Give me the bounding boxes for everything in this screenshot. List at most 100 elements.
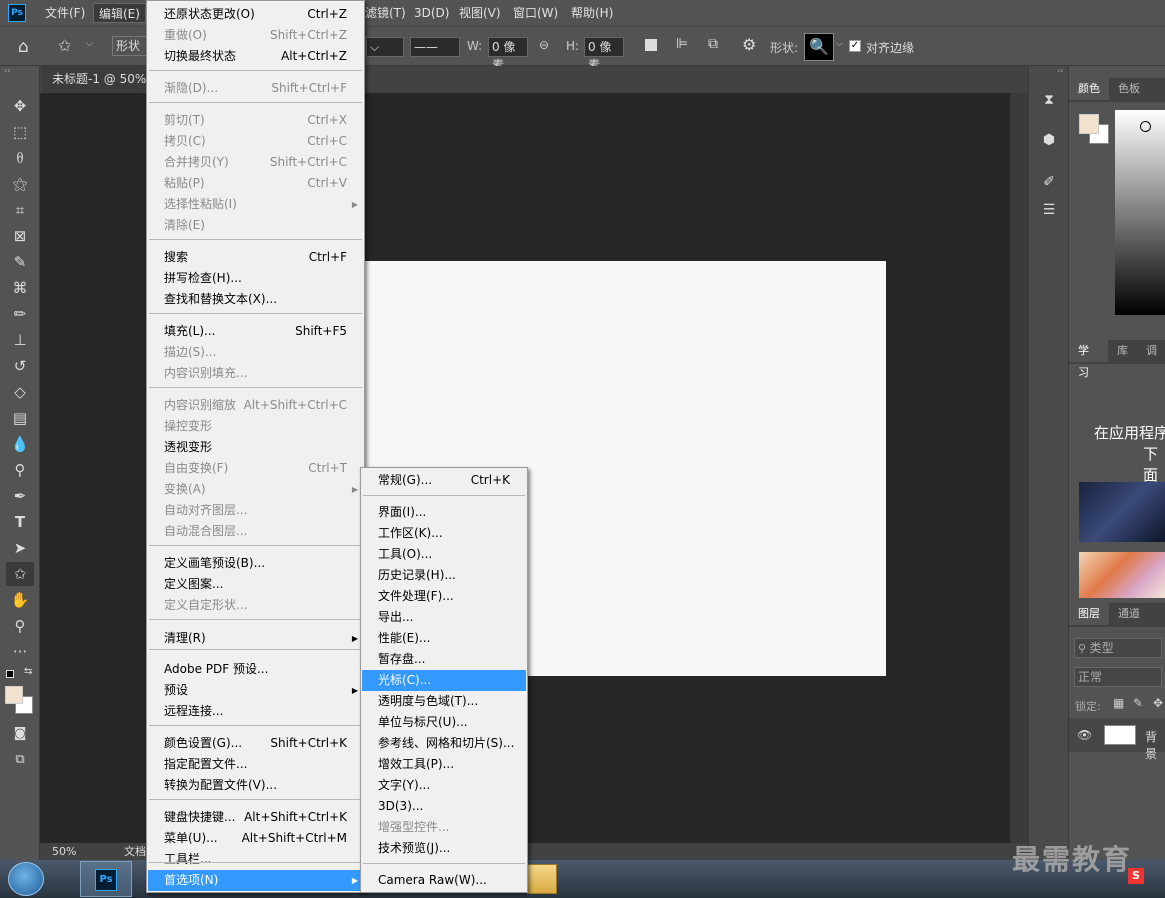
type-tool-icon[interactable]: T	[6, 510, 34, 534]
healing-brush-icon[interactable]: ⌘	[6, 276, 34, 300]
chevron-down-icon[interactable]: ⌵	[836, 39, 843, 49]
default-colors-icon[interactable]	[6, 670, 14, 678]
preferences-menu-item[interactable]: 3D(3)...	[362, 796, 526, 817]
edit-menu-item[interactable]: 工具栏...	[148, 849, 363, 870]
preferences-menu-item[interactable]: Camera Raw(W)...	[362, 870, 526, 891]
preferences-menu-item[interactable]: 光标(C)...	[362, 670, 526, 691]
path-selection-icon[interactable]: ➤	[6, 536, 34, 560]
blend-mode-select[interactable]: 正常	[1074, 667, 1162, 687]
menu-file[interactable]: 文件(F)	[40, 3, 90, 23]
edit-menu-item[interactable]: 填充(L)... Shift+F5	[148, 321, 363, 342]
menu-window[interactable]: 窗口(W)	[508, 3, 563, 23]
preferences-menu-item[interactable]: 参考线、网格和切片(S)...	[362, 733, 526, 754]
edit-menu-item[interactable]: 转换为配置文件(V)...	[148, 775, 363, 796]
color-picker-field[interactable]	[1115, 110, 1165, 315]
shape-mode-select[interactable]: 形状	[112, 36, 148, 56]
menu-edit[interactable]: 编辑(E)	[93, 3, 146, 23]
brush-settings-icon[interactable]: ✐	[1037, 170, 1061, 194]
menu-help[interactable]: 帮助(H)	[566, 3, 618, 23]
more-tools-icon[interactable]: ···	[6, 640, 34, 664]
eraser-icon[interactable]: ◇	[6, 380, 34, 404]
document-tab[interactable]: 未标题-1 @ 50%(	[42, 66, 152, 92]
edit-menu-item[interactable]: 拼写检查(H)...	[148, 268, 363, 289]
swap-colors-icon[interactable]: ⇆	[24, 666, 32, 677]
vertical-scrollbar[interactable]	[1010, 93, 1028, 843]
tab-adjust[interactable]: 调	[1137, 340, 1165, 362]
edit-menu-item[interactable]: 查找和替换文本(X)...	[148, 289, 363, 310]
gradient-tool-icon[interactable]: ▤	[6, 406, 34, 430]
lasso-tool-icon[interactable]: ᦲ	[6, 146, 34, 170]
preferences-menu-item[interactable]: 暂存盘...	[362, 649, 526, 670]
edit-menu-item[interactable]: 远程连接...	[148, 701, 363, 722]
preferences-menu-item[interactable]: 性能(E)...	[362, 628, 526, 649]
taskbar-photoshop-button[interactable]: Ps	[80, 861, 132, 897]
align-edges-checkbox[interactable]: ✓	[849, 40, 861, 52]
move-tool-icon[interactable]: ✥	[6, 94, 34, 118]
path-arrangement-icon[interactable]: ⧉	[708, 36, 718, 52]
eyedropper-icon[interactable]: ✎	[6, 250, 34, 274]
tab-channels[interactable]: 通道	[1109, 603, 1149, 625]
3d-panel-icon[interactable]: ⬢	[1037, 128, 1061, 152]
doc-status[interactable]: 文档	[124, 843, 146, 860]
edit-menu-item[interactable]: 指定配置文件...	[148, 754, 363, 775]
tab-swatches[interactable]: 色板	[1109, 78, 1149, 100]
preferences-menu-item[interactable]: 文件处理(F)...	[362, 586, 526, 607]
stroke-width-select[interactable]: ⌵	[366, 37, 404, 57]
preferences-menu-item[interactable]: 单位与标尺(U)...	[362, 712, 526, 733]
learn-thumbnail[interactable]	[1079, 482, 1165, 542]
stamp-tool-icon[interactable]: ⊥	[6, 328, 34, 352]
edit-menu-item[interactable]: 颜色设置(G)... Shift+Ctrl+K	[148, 733, 363, 754]
preferences-menu-item[interactable]: 工具(O)...	[362, 544, 526, 565]
lock-brush-icon[interactable]: ✎	[1133, 696, 1143, 710]
tab-libraries[interactable]: 库	[1108, 340, 1137, 362]
tab-color[interactable]: 颜色	[1069, 78, 1109, 100]
crop-tool-icon[interactable]: ⌗	[6, 198, 34, 222]
visibility-eye-icon[interactable]: 👁	[1077, 728, 1092, 742]
preferences-menu-item[interactable]: 历史记录(H)...	[362, 565, 526, 586]
custom-shape-tool-icon[interactable]: ✩	[6, 562, 34, 586]
learn-thumbnail[interactable]	[1079, 552, 1165, 598]
windows-start-icon[interactable]	[8, 862, 44, 896]
collapse-icon[interactable]: ››	[4, 66, 10, 75]
pen-tool-icon[interactable]: ✒	[6, 484, 34, 508]
tab-learn[interactable]: 学习	[1069, 340, 1108, 379]
marquee-tool-icon[interactable]: ⬚	[6, 120, 34, 144]
edit-menu-item[interactable]: 定义画笔预设(B)...	[148, 553, 363, 574]
preferences-menu-item[interactable]: 界面(I)...	[362, 502, 526, 523]
brush-tool-icon[interactable]: ✏	[6, 302, 34, 326]
edit-menu-item[interactable]: 预设 ▶	[148, 680, 363, 701]
menu-view[interactable]: 视图(V)	[454, 3, 506, 23]
tab-layers[interactable]: 图层	[1069, 603, 1109, 625]
edit-menu-item[interactable]: 首选项(N) ▶	[148, 870, 363, 891]
magic-wand-icon[interactable]: ⚝	[6, 172, 34, 196]
home-icon[interactable]: ⌂	[18, 37, 29, 57]
quick-mask-icon[interactable]: ◙	[6, 722, 34, 746]
edit-menu-item[interactable]: Adobe PDF 预设...	[148, 659, 363, 680]
preferences-menu-item[interactable]: 文字(Y)...	[362, 775, 526, 796]
lock-pixels-icon[interactable]: ▦	[1113, 696, 1124, 710]
lock-move-icon[interactable]: ✥	[1153, 696, 1163, 710]
path-operations-icon[interactable]	[645, 39, 657, 51]
adjustments-icon[interactable]: ☰	[1037, 198, 1061, 222]
edit-menu-item[interactable]: 透视变形	[148, 437, 363, 458]
preferences-menu-item[interactable]: 透明度与色域(T)...	[362, 691, 526, 712]
blur-tool-icon[interactable]: 💧	[6, 432, 34, 456]
collapse-icon[interactable]: ‹‹	[1057, 66, 1063, 75]
screen-mode-icon[interactable]: ⧉	[6, 748, 34, 772]
layer-name[interactable]: 背景	[1145, 728, 1165, 762]
edit-menu-item[interactable]: 还原状态更改(O) Ctrl+Z	[148, 4, 363, 25]
stroke-type-select[interactable]: ——	[410, 37, 460, 57]
preferences-menu-item[interactable]: 常规(G)... Ctrl+K	[362, 470, 526, 491]
custom-shape-tool-icon[interactable]: ✩	[58, 36, 71, 55]
menu-filter[interactable]: 滤镜(T)	[360, 3, 411, 23]
path-alignment-icon[interactable]: ⊫	[676, 36, 688, 52]
preferences-menu-item[interactable]: 增效工具(P)...	[362, 754, 526, 775]
link-icon[interactable]: ⊖	[539, 38, 549, 52]
menu-3d[interactable]: 3D(D)	[409, 3, 454, 23]
foreground-color-swatch[interactable]	[5, 686, 23, 704]
edit-menu-item[interactable]: 搜索 Ctrl+F	[148, 247, 363, 268]
zoom-tool-icon[interactable]: ⚲	[6, 614, 34, 638]
width-input[interactable]: 0 像素	[488, 37, 528, 72]
gear-icon[interactable]: ⚙	[742, 35, 756, 54]
taskbar-explorer-icon[interactable]	[527, 864, 557, 894]
